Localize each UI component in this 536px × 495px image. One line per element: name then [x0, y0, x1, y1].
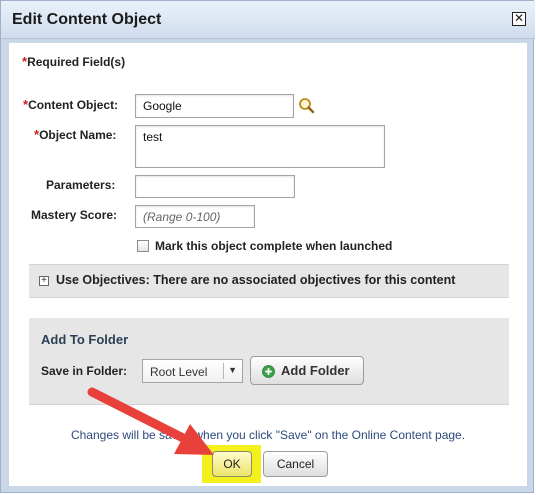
annotation-arrow-icon [87, 387, 214, 455]
